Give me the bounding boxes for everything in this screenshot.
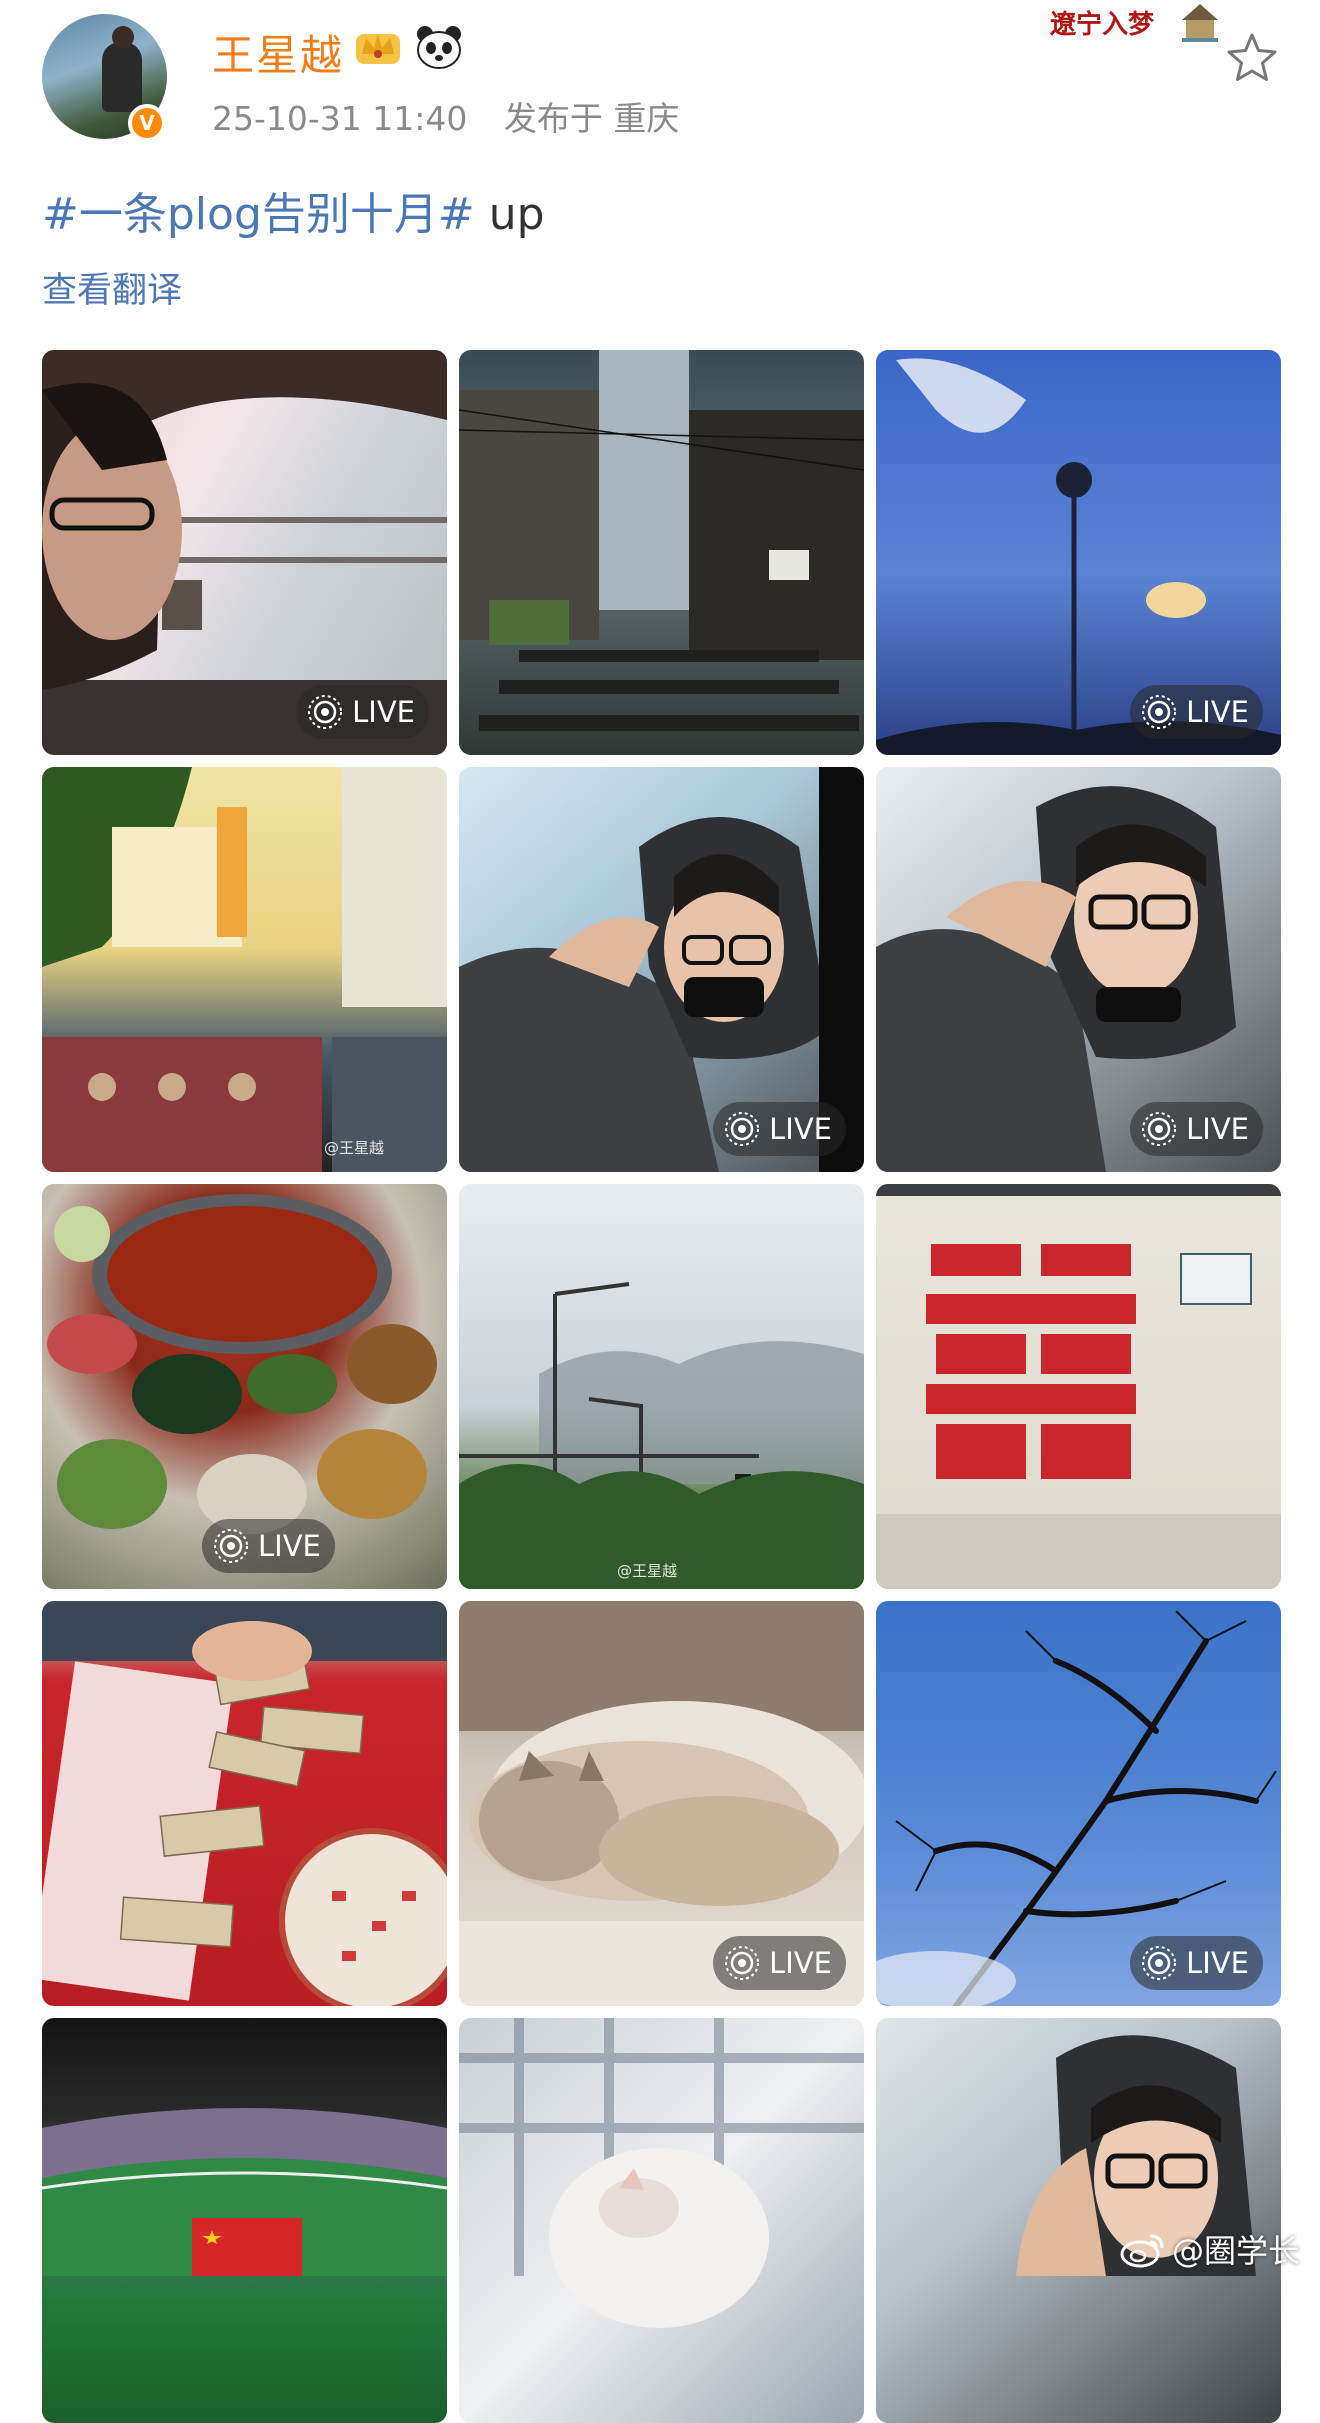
photo-tile[interactable] [42,1601,447,2006]
live-label: LIVE [1186,695,1249,729]
alley-scene [459,350,864,731]
stadium-scene [42,2108,447,2276]
live-label: LIVE [1186,1112,1249,1146]
live-badge: LIVE [713,1102,846,1156]
post-text-suffix: up [474,189,545,240]
live-label: LIVE [352,695,415,729]
location: 发布于 重庆 [503,99,680,138]
photo-tile[interactable] [459,350,864,755]
verified-badge: V [128,104,166,142]
live-badge: LIVE [1130,685,1263,739]
post-header: V 王星越 25-10-31 11:40 发布于 重庆 遼宁入梦 [0,0,1320,170]
live-label: LIVE [769,1946,832,1980]
crown-icon [356,34,400,64]
photo-watermark: @王星越 [324,1139,385,1157]
post-meta: 25-10-31 11:40 发布于 重庆 [212,92,705,140]
decoration-text: 遼宁入梦 [1050,10,1155,40]
live-badge: LIVE [713,1936,846,1990]
live-photo-icon [308,695,343,729]
header-decoration: 遼宁入梦 [1050,0,1222,50]
live-badge: LIVE [296,685,429,739]
footer-watermark: @圈学长 [1120,2226,1300,2272]
live-label: LIVE [258,1529,321,1563]
photo-tile[interactable]: LIVE [42,350,447,755]
red-xi-character-scene [876,1184,1281,1589]
live-badge: LIVE [202,1519,335,1573]
live-photo-icon [1142,1946,1177,1980]
street-posters-scene [42,767,447,1172]
live-badge: LIVE [1130,1936,1263,1990]
white-cat-scene [459,2018,864,2328]
photo-tile[interactable]: LIVE [876,350,1281,755]
footer-watermark-text: @圈学长 [1172,2232,1301,2270]
weibo-logo-icon [1120,2234,1164,2268]
photo-tile[interactable]: @王星越 [459,1184,864,1589]
image-grid: LIVE LIVE @王星越 LIVE LIVE LIVE @王星越 LIVE … [42,350,1282,2423]
photo-watermark: @王星越 [617,1562,678,1580]
photo-tile[interactable] [459,2018,864,2423]
live-photo-icon [214,1529,248,1563]
live-photo-icon [1142,1112,1177,1146]
live-label: LIVE [1186,1946,1249,1980]
photo-tile[interactable] [876,1184,1281,1589]
photo-tile[interactable]: LIVE [42,1184,447,1589]
photo-tile[interactable] [42,2018,447,2423]
photo-tile[interactable]: LIVE [876,767,1281,1172]
hashtag-link[interactable]: #一条plog告别十月# [42,189,475,240]
live-badge: LIVE [1130,1102,1263,1156]
photo-tile[interactable]: LIVE [459,767,864,1172]
translate-link[interactable]: 查看翻译 [42,262,182,313]
photo-tile[interactable] [876,2018,1281,2423]
username[interactable]: 王星越 [212,22,344,83]
panda-icon [417,26,461,69]
selfie-glasses-scene [1016,2035,1256,2276]
photo-tile[interactable]: @王星越 [42,767,447,1172]
money-counting-scene [42,1601,447,2006]
live-photo-icon [725,1946,760,1980]
pavilion-icon [1182,4,1218,42]
misty-street-scene [459,1282,864,1589]
live-label: LIVE [769,1112,832,1146]
photo-tile[interactable]: LIVE [459,1601,864,2006]
favorite-star-icon[interactable] [1224,30,1280,86]
timestamp: 25-10-31 11:40 [212,99,468,138]
live-photo-icon [725,1112,760,1146]
post-text: #一条plog告别十月# up [42,178,545,242]
live-photo-icon [1142,695,1177,729]
photo-tile[interactable]: LIVE [876,1601,1281,2006]
